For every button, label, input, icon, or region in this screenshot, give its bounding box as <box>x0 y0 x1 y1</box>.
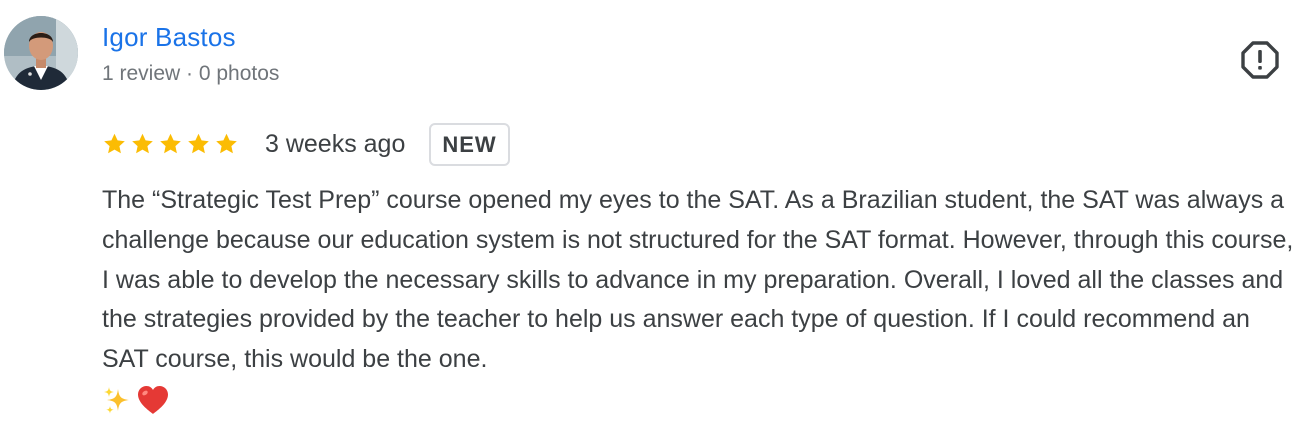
new-badge: NEW <box>429 122 510 166</box>
star-icon <box>102 132 127 156</box>
review-emojis <box>102 380 1294 420</box>
review-body: The “Strategic Test Prep” course opened … <box>102 181 1294 420</box>
star-icon <box>158 132 183 156</box>
red-heart-icon <box>136 384 170 416</box>
rating-row: 3 weeks ago NEW <box>102 120 510 168</box>
star-icon <box>130 132 155 156</box>
review-text: The “Strategic Test Prep” course opened … <box>102 186 1294 374</box>
star-rating <box>102 132 239 156</box>
star-icon <box>186 132 211 156</box>
sparkles-icon <box>102 384 134 416</box>
reviewer-avatar[interactable] <box>4 16 78 90</box>
review-date: 3 weeks ago <box>265 129 406 158</box>
report-flag-icon[interactable] <box>1240 40 1280 80</box>
review-card: Igor Bastos 1 review · 0 photos 3 weeks … <box>0 0 1299 428</box>
reviewer-name-link[interactable]: Igor Bastos <box>102 22 236 53</box>
avatar-photo-icon <box>4 16 78 90</box>
star-icon <box>214 132 239 156</box>
reviewer-stats: 1 review · 0 photos <box>102 62 280 85</box>
